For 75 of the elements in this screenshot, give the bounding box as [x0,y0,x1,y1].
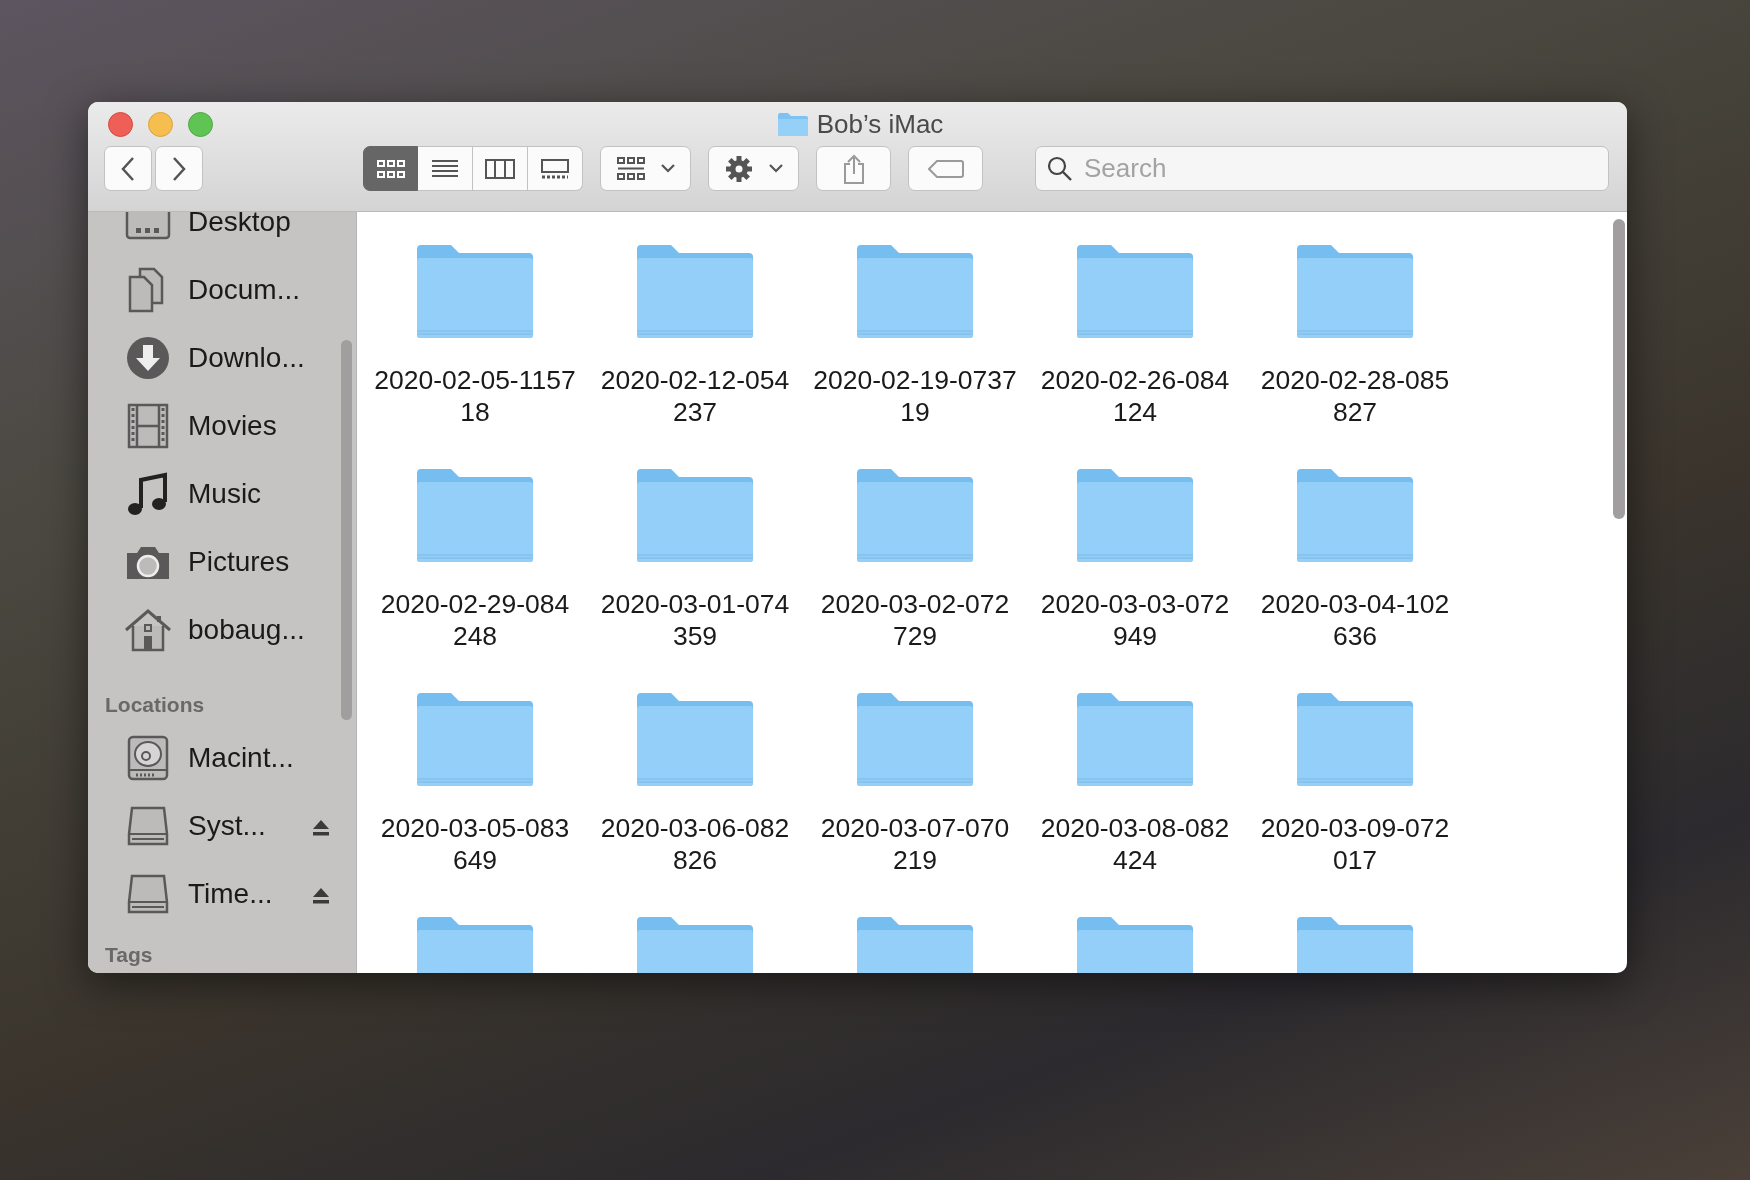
folder-name[interactable]: 2020-03-05-083 649 [380,812,570,876]
minimize-button[interactable] [148,111,173,137]
list-icon [430,157,460,180]
grid-icon [375,157,406,180]
house-icon [124,606,172,654]
scrollbar-thumb[interactable] [1613,219,1625,519]
view-mode-tab[interactable] [473,146,528,191]
folder-name[interactable]: 2020-02-12-054 237 [600,364,790,428]
search-field[interactable]: Search [1035,146,1609,191]
zoom-button[interactable] [188,111,213,137]
chevron-down-icon [768,164,783,173]
folder-name[interactable]: 2020-03-03-072 949 [1040,588,1230,652]
folder-icon[interactable] [1075,691,1195,787]
sidebar-item[interactable]: Movies [188,405,277,447]
folder-icon [776,111,809,137]
folder-icon[interactable] [1295,243,1415,339]
folder-icon[interactable] [1075,467,1195,563]
sidebar-item[interactable]: Time... [188,873,273,915]
sidebar-item[interactable]: Pictures [188,541,290,583]
folder-icon[interactable] [415,243,535,339]
chevron-left-icon [121,155,135,182]
folder-icon[interactable] [415,691,535,787]
sidebar-item[interactable]: Music [188,473,262,515]
tag-button[interactable] [908,146,983,191]
folder-icon[interactable] [1075,243,1195,339]
sidebar-item[interactable]: Macint... [188,737,294,779]
sidebar-item[interactable]: Downlo... [188,337,305,379]
folder-name[interactable]: 2020-03-09-072 017 [1260,812,1450,876]
share-icon [842,153,865,184]
folder-name[interactable]: 2020-03-06-082 826 [600,812,790,876]
folder-name[interactable]: 2020-03-07-070 219 [820,812,1010,876]
sidebar-item[interactable]: Syst... [188,805,266,847]
chevron-right-icon [172,155,186,182]
section-heading: Locations [104,692,206,718]
back-button[interactable] [104,146,152,191]
folder-icon[interactable] [635,243,755,339]
folder-icon[interactable] [855,467,975,563]
share-button[interactable] [816,146,891,191]
folder-name[interactable]: 2020-02-28-085 827 [1260,364,1450,428]
settings-icon [724,154,753,183]
view-mode-tab[interactable] [528,146,583,191]
folder-icon[interactable] [635,691,755,787]
folder-name[interactable]: 2020-02-05-1157 18 [374,364,576,428]
chevron-down-icon [660,164,675,173]
grid-icon [616,156,645,181]
close-button[interactable] [108,111,133,137]
folder-icon[interactable] [415,467,535,563]
eject-icon[interactable] [312,887,330,905]
folder-icon[interactable] [1295,691,1415,787]
folder-name[interactable]: 2020-02-19-0737 19 [813,364,1017,428]
download-icon [124,334,172,382]
view-mode-tab[interactable] [363,146,418,191]
group-button[interactable] [600,146,691,191]
section-heading: Tags [104,942,154,968]
folder-icon[interactable] [1295,467,1415,563]
folder-icon[interactable] [855,243,975,339]
folder-name[interactable]: 2020-03-02-072 729 [820,588,1010,652]
eject-icon[interactable] [312,819,330,837]
folder-icon[interactable] [635,467,755,563]
sidebar-item[interactable]: Docum... [188,269,301,311]
gallery-icon [540,157,570,180]
folder-icon[interactable] [855,691,975,787]
folder-name[interactable]: 2020-03-04-102 636 [1260,588,1450,652]
tag-icon [927,158,964,179]
action-button[interactable] [708,146,799,191]
folder-name[interactable]: 2020-03-01-074 359 [600,588,790,652]
scrollbar-thumb[interactable] [341,340,352,720]
folder-name[interactable]: 2020-02-26-084 124 [1040,364,1230,428]
columns-icon [485,157,515,180]
folder-name[interactable]: 2020-02-29-084 248 [380,588,570,652]
sidebar-item[interactable]: bobaug... [188,609,305,651]
folder-name[interactable]: 2020-03-08-082 424 [1040,812,1230,876]
forward-button[interactable] [155,146,203,191]
window-title: Bob’s iMac [816,107,944,141]
view-mode-tab[interactable] [418,146,473,191]
